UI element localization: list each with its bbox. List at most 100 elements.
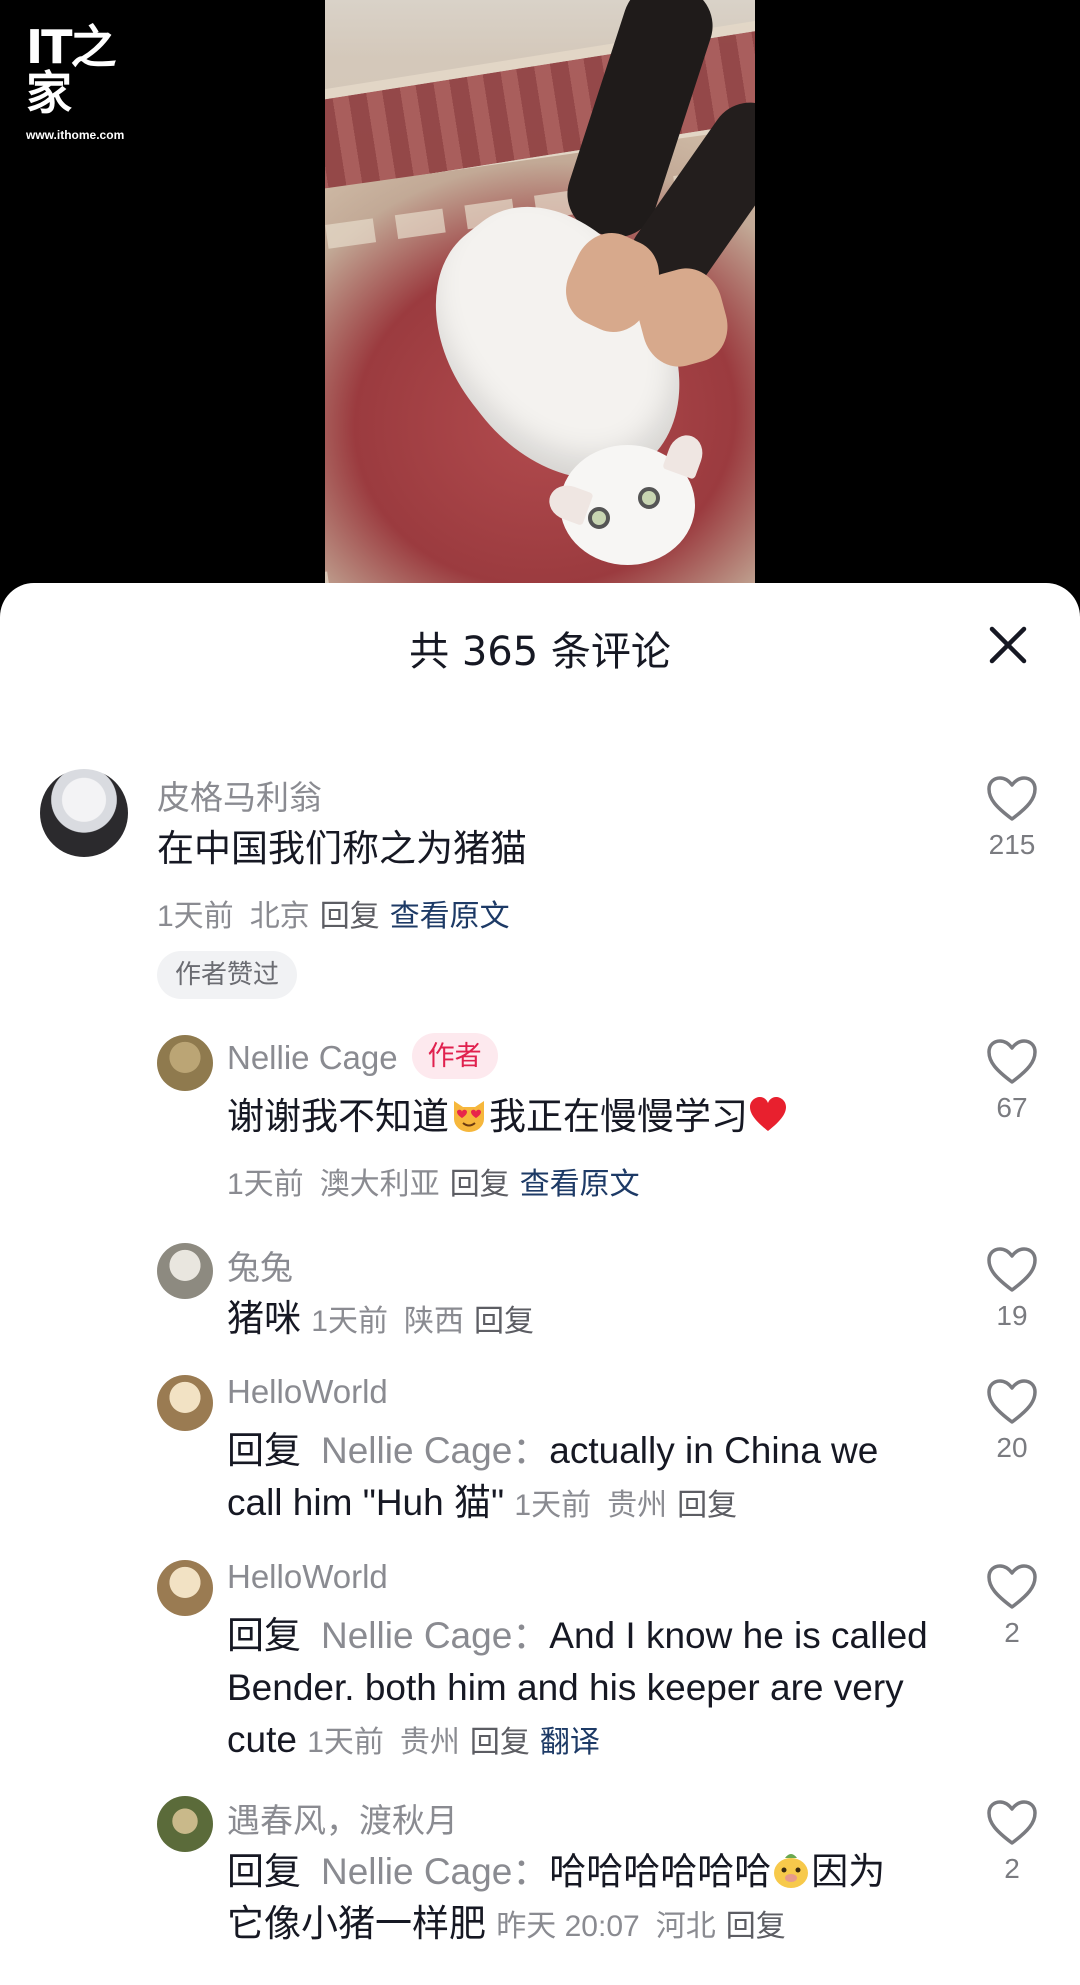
cat-eye xyxy=(588,507,610,529)
translate-link[interactable]: 翻译 xyxy=(540,1726,600,1759)
comment-username[interactable]: 兔兔 xyxy=(227,1241,293,1289)
reply-button[interactable]: 回复 xyxy=(470,1726,530,1759)
comment-text: 猪咪 xyxy=(227,1298,301,1339)
avatar[interactable] xyxy=(157,1796,213,1852)
comment-text-row[interactable]: 猪咪 1天前 陕西 回复 xyxy=(227,1293,534,1348)
reply-prefix: 回复 xyxy=(227,1851,301,1892)
comment-text-line: call him "Huh 猫" xyxy=(227,1482,505,1523)
heart-outline-icon xyxy=(987,1247,1037,1292)
comment-username[interactable]: HelloWorld xyxy=(227,1373,388,1411)
comment-text-part: 谢谢我不知道 xyxy=(227,1096,449,1137)
comment-text[interactable]: 在中国我们称之为猪猫 xyxy=(157,823,527,875)
comment-meta: 1天前 澳大利亚 回复 查看原文 xyxy=(227,1159,640,1203)
avatar[interactable] xyxy=(157,1243,213,1299)
author-tag: 作者 xyxy=(411,1033,498,1079)
like-button[interactable]: 2 xyxy=(972,1563,1052,1649)
comment-location: 澳大利亚 xyxy=(319,1168,440,1201)
avatar[interactable] xyxy=(40,769,128,857)
heart-outline-icon xyxy=(987,1379,1037,1424)
like-count: 67 xyxy=(996,1092,1028,1123)
comment-time: 1天前 xyxy=(307,1726,384,1759)
video-player[interactable]: IT之家 www.ithome.com xyxy=(0,0,1080,590)
like-button[interactable]: 67 xyxy=(972,1038,1052,1124)
author-liked-badge: 作者赞过 xyxy=(157,951,298,999)
reply-to-username[interactable]: Nellie Cage xyxy=(321,1615,512,1656)
heart-outline-icon xyxy=(987,1800,1037,1845)
reply-to-username[interactable]: Nellie Cage xyxy=(321,1430,512,1471)
comments-sheet: 共 365 条评论 皮格马利翁 在中国我们称之为猪猫 1天前 北京 回复 查看原文 作… xyxy=(0,583,1080,1985)
comment-text-part: 我正在慢慢学习 xyxy=(489,1096,748,1137)
like-count: 2 xyxy=(1004,1617,1020,1648)
video-frame[interactable] xyxy=(325,0,755,590)
comment-text-line: And I know he is called xyxy=(549,1615,928,1656)
comment-username[interactable]: Nellie Cage xyxy=(227,1039,398,1076)
heart-outline-icon xyxy=(987,776,1037,821)
comment-text[interactable]: 回复 Nellie Cage：哈哈哈哈哈哈 因为 xyxy=(227,1846,885,1898)
comment-text-line[interactable]: Bender. both him and his keeper are very xyxy=(227,1662,904,1714)
video-cat-head xyxy=(544,430,708,565)
comment-text[interactable]: 谢谢我不知道 我正在慢慢学习 xyxy=(227,1091,788,1143)
comment-time: 1天前 xyxy=(514,1489,592,1522)
reply-button[interactable]: 回复 xyxy=(474,1305,534,1338)
reply-prefix: 回复 xyxy=(227,1615,301,1656)
like-button[interactable]: 215 xyxy=(972,775,1052,861)
comment-text-part: 因为 xyxy=(811,1851,886,1892)
comments-count-title: 共 365 条评论 xyxy=(409,629,671,675)
reply-separator: ： xyxy=(512,1851,550,1892)
comment-text-row[interactable]: 它像小猪一样肥 昨天 20:07 河北 回复 xyxy=(227,1898,786,1953)
comment-text[interactable]: 回复 Nellie Cage：actually in China we xyxy=(227,1425,878,1477)
comment-text[interactable]: 回复 Nellie Cage：And I know he is called xyxy=(227,1610,928,1662)
comment-time: 1天前 xyxy=(157,900,234,933)
comment-username[interactable]: HelloWorld xyxy=(227,1558,388,1596)
like-count: 215 xyxy=(988,829,1036,860)
close-icon xyxy=(989,626,1027,664)
red-heart-emoji xyxy=(750,1097,786,1131)
smiling-pig-emoji xyxy=(774,1854,809,1888)
reply-separator: ： xyxy=(512,1615,550,1656)
comment-time: 1天前 xyxy=(227,1168,304,1201)
logo-mark: IT之家 xyxy=(26,20,117,120)
comment-time: 1天前 xyxy=(311,1305,388,1338)
comment-time: 昨天 20:07 xyxy=(496,1910,640,1943)
comment-username[interactable]: 遇春风，渡秋月 xyxy=(227,1794,458,1842)
like-count: 2 xyxy=(1004,1853,1020,1884)
reply-button[interactable]: 回复 xyxy=(450,1168,510,1201)
comment-location: 北京 xyxy=(249,900,310,933)
ithome-logo: IT之家 www.ithome.com xyxy=(26,24,146,142)
comment-text-line: cute xyxy=(227,1719,297,1760)
avatar[interactable] xyxy=(157,1560,213,1616)
cat-eye xyxy=(638,487,660,509)
reply-button[interactable]: 回复 xyxy=(677,1489,737,1522)
reply-to-username[interactable]: Nellie Cage xyxy=(321,1851,512,1892)
reply-separator: ： xyxy=(512,1430,550,1471)
like-button[interactable]: 2 xyxy=(972,1799,1052,1885)
heart-outline-icon xyxy=(987,1564,1037,1609)
like-count: 20 xyxy=(996,1432,1028,1463)
comment-text-row[interactable]: call him "Huh 猫" 1天前 贵州 回复 xyxy=(227,1477,737,1532)
close-button[interactable] xyxy=(982,619,1034,671)
reply-prefix: 回复 xyxy=(227,1430,301,1471)
reply-button[interactable]: 回复 xyxy=(320,900,380,933)
comment-location: 陕西 xyxy=(403,1305,464,1338)
like-button[interactable]: 20 xyxy=(972,1378,1052,1464)
comment-username[interactable]: 皮格马利翁 xyxy=(157,771,322,819)
comment-text-line: actually in China we xyxy=(549,1430,879,1471)
logo-url: www.ithome.com xyxy=(26,128,125,142)
heart-eyes-cat-emoji xyxy=(454,1101,484,1132)
comment-text-part: 哈哈哈哈哈哈 xyxy=(549,1851,772,1892)
like-count: 19 xyxy=(996,1300,1028,1331)
like-button[interactable]: 19 xyxy=(972,1246,1052,1332)
comment-meta: 1天前 北京 回复 查看原文 xyxy=(157,891,510,935)
view-original-link[interactable]: 查看原文 xyxy=(390,900,510,933)
comment-text-row[interactable]: cute 1天前 贵州 回复 翻译 xyxy=(227,1714,600,1769)
avatar[interactable] xyxy=(157,1035,213,1091)
comment-text-line: 它像小猪一样肥 xyxy=(227,1903,486,1944)
comment-username-row: Nellie Cage 作者 xyxy=(227,1033,498,1079)
avatar[interactable] xyxy=(157,1375,213,1431)
comment-location: 河北 xyxy=(655,1910,716,1943)
heart-outline-icon xyxy=(987,1039,1037,1084)
reply-button[interactable]: 回复 xyxy=(726,1910,786,1943)
comment-location: 贵州 xyxy=(399,1726,460,1759)
view-original-link[interactable]: 查看原文 xyxy=(520,1168,640,1201)
comment-location: 贵州 xyxy=(607,1489,668,1522)
